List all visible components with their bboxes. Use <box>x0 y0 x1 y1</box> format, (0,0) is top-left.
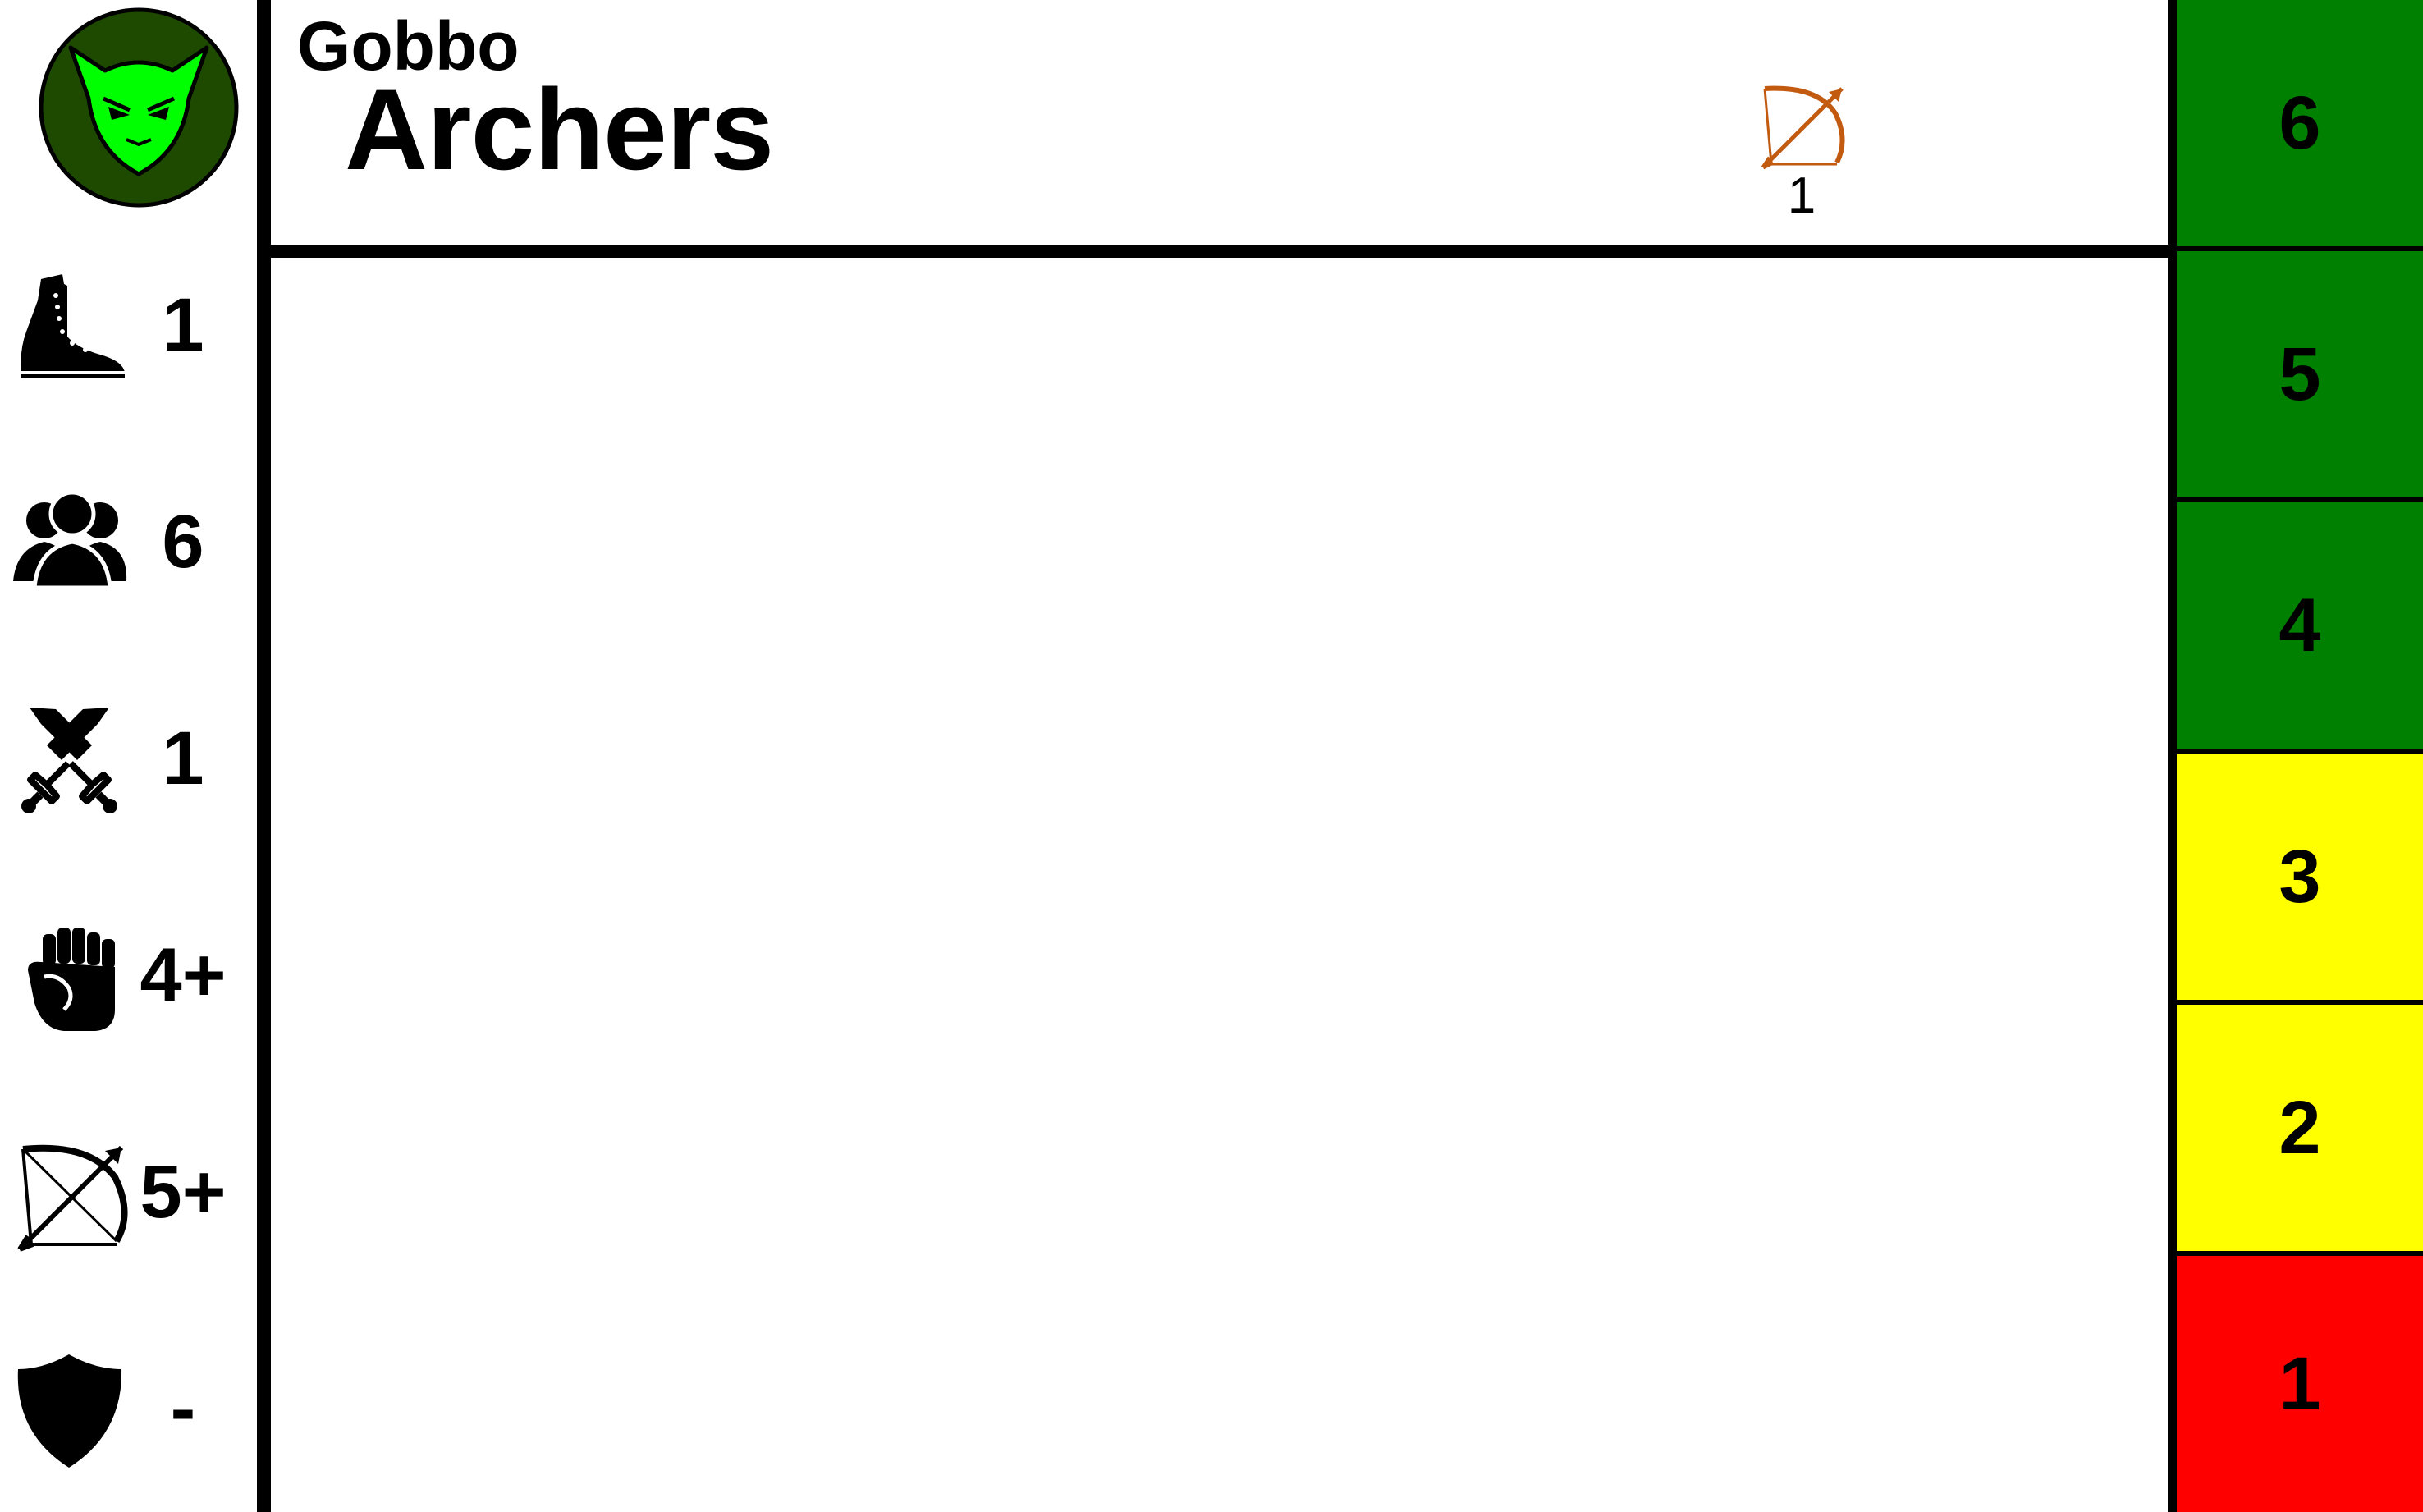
crossed-swords-icon <box>21 708 117 813</box>
bow-icon <box>1761 85 1845 170</box>
card-body <box>271 258 2168 1512</box>
track-value: 2 <box>2279 1085 2321 1170</box>
group-icon <box>13 490 127 590</box>
stat-defense: - <box>0 1343 257 1474</box>
track-value: 5 <box>2279 332 2321 416</box>
track-cell-5[interactable]: 5 <box>2177 251 2423 502</box>
stat-value: - <box>170 1367 196 1450</box>
stat-value: 6 <box>162 500 204 584</box>
goblin-head-icon <box>39 7 239 208</box>
right-divider <box>2168 0 2177 1512</box>
stat-melee: 4+ <box>0 909 257 1041</box>
track-value: 6 <box>2279 80 2321 165</box>
track-cell-1[interactable]: 1 <box>2177 1256 2423 1512</box>
fist-icon <box>28 928 115 1031</box>
stat-column: 1 6 1 4+ 5+ - <box>0 0 257 1512</box>
track-cell-4[interactable]: 4 <box>2177 502 2423 754</box>
track-value: 3 <box>2279 834 2321 919</box>
stat-value: 1 <box>162 283 204 367</box>
track-value: 1 <box>2279 1341 2321 1426</box>
stat-unit-size: 6 <box>0 476 257 607</box>
unit-card: 1 6 1 4+ 5+ - Gobbo Archers 1 6 5 4 3 2 … <box>0 0 2423 1512</box>
boot-icon <box>21 274 126 378</box>
stat-ranged: 5+ <box>0 1126 257 1258</box>
stat-attacks: 1 <box>0 693 257 824</box>
track-cell-3[interactable]: 3 <box>2177 754 2423 1005</box>
unit-name: Archers <box>345 65 774 194</box>
weapon-value: 1 <box>1787 167 1816 224</box>
track-value: 4 <box>2279 583 2321 667</box>
stat-value: 4+ <box>140 933 227 1017</box>
stat-movement: 1 <box>0 259 257 391</box>
shield-icon <box>17 1354 122 1468</box>
track-cell-6[interactable]: 6 <box>2177 0 2423 251</box>
left-divider <box>257 0 271 1512</box>
bow-icon <box>17 1144 128 1252</box>
stat-value: 1 <box>162 717 204 800</box>
stat-value: 5+ <box>140 1150 227 1234</box>
header-divider <box>271 245 2168 258</box>
health-track: 6 5 4 3 2 1 <box>2177 0 2423 1512</box>
weapon-profile: 1 <box>1748 74 1855 230</box>
track-cell-2[interactable]: 2 <box>2177 1005 2423 1256</box>
